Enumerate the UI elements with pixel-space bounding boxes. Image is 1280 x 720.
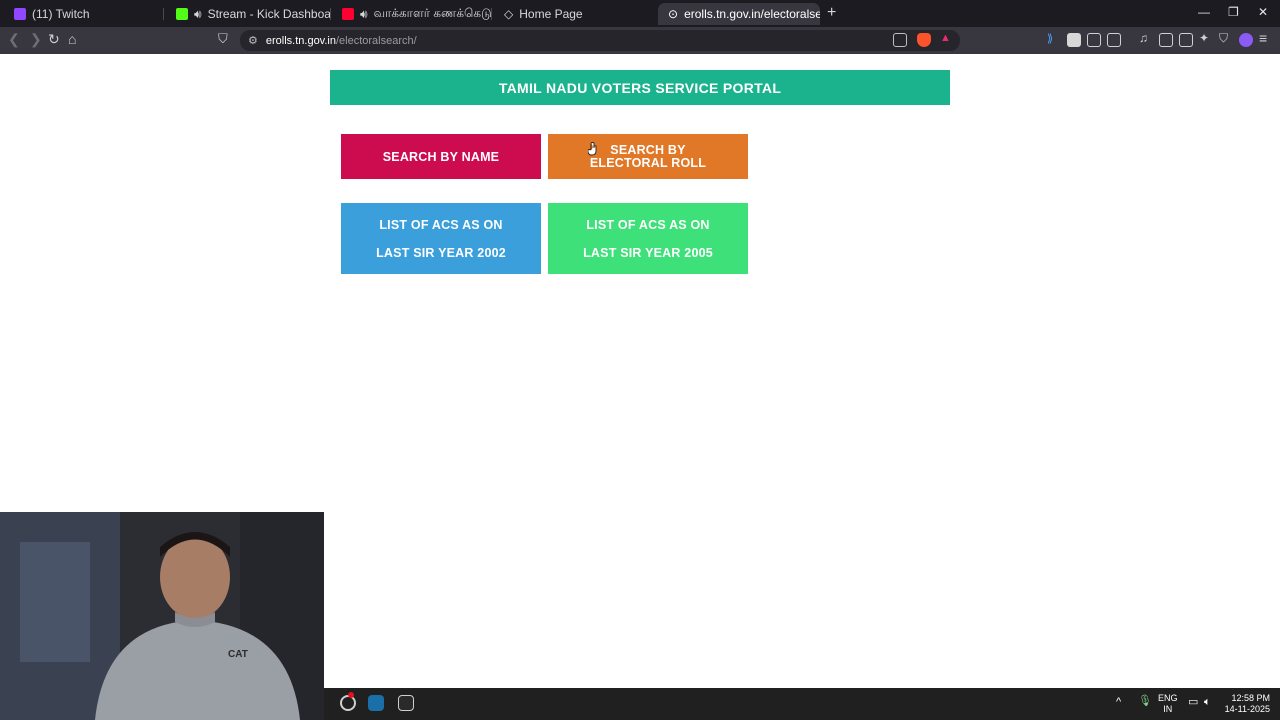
- language-indicator[interactable]: ENG IN: [1158, 693, 1178, 715]
- microphone-icon[interactable]: 🎙︎: [1138, 696, 1152, 707]
- language-code: ENG: [1158, 693, 1178, 703]
- list-of-acs-2002-button[interactable]: LIST OF ACS AS ON LAST SIR YEAR 2002: [341, 203, 541, 274]
- volume-icon[interactable]: 🔈︎: [1204, 697, 1211, 708]
- bookmark-icon[interactable]: ⛉: [218, 31, 228, 47]
- webcam-overlay: CAT: [0, 512, 324, 720]
- taskbar: ^ 🎙︎ ENG IN ▭ 🔈︎ 12:58 PM 14-11-2025: [324, 688, 1280, 720]
- webcam-person-image: CAT: [0, 512, 324, 720]
- region-code: IN: [1163, 704, 1173, 714]
- shirt-logo-text: CAT: [228, 649, 248, 660]
- extension-icon[interactable]: [1067, 33, 1081, 47]
- tab-label: Stream - Kick Dashboard: [207, 7, 331, 21]
- clock-date: 14-11-2025: [1224, 704, 1270, 714]
- minimize-button[interactable]: —: [1198, 5, 1210, 19]
- button-label-line1: LIST OF ACS AS ON: [586, 217, 710, 232]
- tab-youtube[interactable]: 🔊︎ வாக்காளர் கணக்கெடுப் பட: [332, 3, 492, 25]
- close-window-button[interactable]: ✕: [1258, 5, 1268, 19]
- wallet-connect-icon[interactable]: ⟫: [1047, 32, 1061, 46]
- kick-icon: [176, 8, 188, 20]
- profile-icon[interactable]: [1239, 33, 1253, 47]
- address-bar[interactable]: ⚙ erolls.tn.gov.in/electoralsearch/: [240, 30, 960, 51]
- sidebar-icon[interactable]: [1159, 33, 1173, 47]
- brave-shields-icon[interactable]: [917, 33, 931, 47]
- portal-title: TAMIL NADU VOTERS SERVICE PORTAL: [330, 70, 950, 105]
- home-icon[interactable]: ⌂: [68, 31, 76, 47]
- tab-label: (11) Twitch: [32, 7, 90, 21]
- search-by-electoral-roll-button[interactable]: SEARCH BY ELECTORAL ROLL: [548, 134, 748, 179]
- site-settings-icon: ⚙: [248, 35, 258, 47]
- tab-home-page[interactable]: ◇ Home Page: [494, 3, 654, 25]
- browser-toolbar: ❮ ❯ ↻ ⌂ ⛉ ⚙ erolls.tn.gov.in/electoralse…: [0, 27, 1280, 54]
- reload-icon[interactable]: ↻: [48, 31, 60, 48]
- twitch-icon: [14, 8, 26, 20]
- clock[interactable]: 12:58 PM 14-11-2025: [1224, 693, 1270, 715]
- site-info-icon: ⊙: [668, 7, 679, 21]
- tab-label: Home Page: [519, 7, 583, 21]
- share-icon[interactable]: [893, 33, 907, 47]
- extensions-puzzle-icon[interactable]: [1087, 33, 1101, 47]
- leo-ai-icon[interactable]: ✦: [1199, 31, 1213, 45]
- brave-rewards-icon[interactable]: ▲: [940, 32, 954, 46]
- globe-icon: ◇: [504, 7, 514, 21]
- button-label-line2: LAST SIR YEAR 2005: [583, 245, 713, 260]
- tab-label: erolls.tn.gov.in/electoralsearch/: [684, 7, 820, 21]
- button-label-line1: LIST OF ACS AS ON: [379, 217, 503, 232]
- back-icon[interactable]: ❮: [8, 31, 20, 48]
- media-controls-icon[interactable]: ♫: [1139, 31, 1153, 45]
- forward-icon[interactable]: ❯: [30, 31, 42, 48]
- menu-icon[interactable]: ≡: [1259, 30, 1273, 46]
- show-hidden-icons-chevron-icon[interactable]: ^: [1116, 697, 1121, 708]
- tab-label: வாக்காளர் கணக்கெடுப் பட: [373, 6, 492, 20]
- restore-button[interactable]: ❐: [1228, 5, 1239, 19]
- url-host: erolls.tn.gov.in: [265, 34, 336, 47]
- notification-badge: [348, 692, 354, 698]
- epic-games-icon[interactable]: [398, 695, 414, 711]
- browser-tab-bar: (11) Twitch 🔊︎ Stream - Kick Dashboard 🔊…: [0, 0, 1280, 27]
- network-icon[interactable]: ▭: [1188, 697, 1198, 708]
- screenshot-icon[interactable]: [1107, 33, 1121, 47]
- button-label-line2: LAST SIR YEAR 2002: [376, 245, 506, 260]
- url-path: /electoralsearch/: [335, 34, 417, 47]
- tab-electoral-search[interactable]: ⊙ erolls.tn.gov.in/electoralsearch/ ✕: [658, 3, 820, 25]
- new-tab-button[interactable]: +: [827, 4, 836, 22]
- speaker-icon: 🔊︎: [194, 6, 202, 21]
- search-by-name-button[interactable]: SEARCH BY NAME: [341, 134, 541, 179]
- obs-app-icon[interactable]: [340, 695, 356, 711]
- hand-cursor-icon: [588, 142, 597, 156]
- list-of-acs-2005-button[interactable]: LIST OF ACS AS ON LAST SIR YEAR 2005: [548, 203, 748, 274]
- button-label-line1: SEARCH BY: [610, 142, 686, 157]
- clock-time: 12:58 PM: [1231, 693, 1270, 703]
- button-label-line2: ELECTORAL ROLL: [589, 155, 707, 170]
- tab-kick-dashboard[interactable]: 🔊︎ Stream - Kick Dashboard: [166, 3, 331, 25]
- wallet-icon[interactable]: [1179, 33, 1193, 47]
- tab-twitch[interactable]: (11) Twitch: [4, 3, 164, 25]
- speaker-icon: 🔊︎: [360, 6, 368, 21]
- youtube-icon: [342, 8, 354, 20]
- steam-app-icon[interactable]: [368, 695, 384, 711]
- vpn-shield-icon[interactable]: ⛉: [1219, 31, 1233, 45]
